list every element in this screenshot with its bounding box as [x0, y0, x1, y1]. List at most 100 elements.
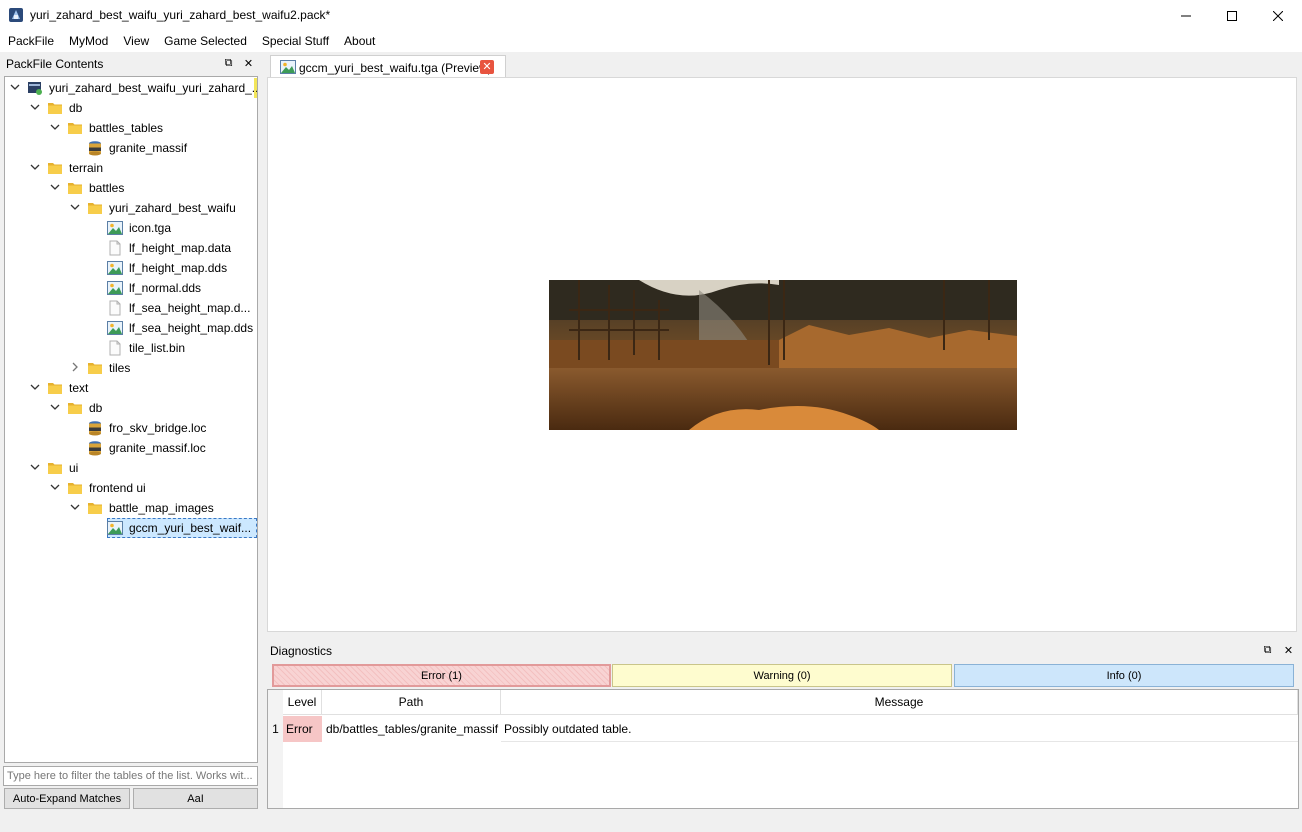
menu-special-stuff[interactable]: Special Stuff [254, 31, 336, 52]
row-number: 1 [268, 716, 283, 742]
chevron-down-icon[interactable] [29, 101, 41, 113]
row-header-column [268, 690, 283, 808]
tree-item-label: lf_height_map.data [129, 241, 232, 255]
menu-about[interactable]: About [336, 31, 382, 52]
file-icon [107, 240, 123, 256]
image-icon [107, 520, 123, 536]
tree-item[interactable]: lf_sea_height_map.d... [5, 298, 257, 318]
chevron-down-icon[interactable] [49, 181, 61, 193]
tree-item-label: lf_height_map.dds [129, 261, 228, 275]
menu-packfile[interactable]: PackFile [0, 31, 61, 52]
folder-icon [47, 160, 63, 176]
tree-item[interactable]: lf_sea_height_map.dds [5, 318, 257, 338]
message-cell[interactable]: Possibly outdated table. [501, 716, 1298, 742]
folder-icon [47, 460, 63, 476]
folder-icon [87, 360, 103, 376]
tab-preview[interactable]: gccm_yuri_best_waifu.tga (Preview) ✕ [270, 55, 506, 78]
window-title: yuri_zahard_best_waifu_yuri_zahard_best_… [30, 8, 331, 22]
image-icon [107, 280, 123, 296]
tree-item-label: granite_massif [109, 141, 188, 155]
database-icon [87, 440, 103, 456]
folder-icon [67, 180, 83, 196]
packfile-tree[interactable]: yuri_zahard_best_waifu_yuri_zahard_...db… [4, 76, 258, 763]
tree-item-label: lf_sea_height_map.dds [129, 321, 254, 335]
tree-item[interactable]: battles_tables [5, 118, 257, 138]
menu-bar: PackFile MyMod View Game Selected Specia… [0, 31, 1302, 52]
tree-item[interactable]: battle_map_images [5, 498, 257, 518]
column-header-message[interactable]: Message [501, 690, 1298, 715]
float-panel-icon[interactable]: ⧉ [222, 57, 235, 70]
app-icon [8, 7, 24, 23]
column-header-level[interactable]: Level [283, 690, 322, 715]
close-panel-icon[interactable]: ✕ [242, 57, 255, 70]
tree-item[interactable]: yuri_zahard_best_waifu_yuri_zahard_... [5, 78, 257, 98]
tree-item[interactable]: lf_height_map.data [5, 238, 257, 258]
tree-item[interactable]: battles [5, 178, 257, 198]
warning-filter-tab[interactable]: Warning (0) [612, 664, 952, 687]
folder-icon [47, 100, 63, 116]
error-filter-tab[interactable]: Error (1) [272, 664, 611, 687]
case-sensitive-button[interactable]: AaI [133, 788, 258, 809]
preview-image [549, 280, 1017, 430]
chevron-down-icon[interactable] [29, 381, 41, 393]
status-bar [0, 813, 1302, 832]
filter-input[interactable] [3, 766, 258, 786]
tree-item-label: yuri_zahard_best_waifu [109, 201, 236, 215]
chevron-down-icon[interactable] [29, 461, 41, 473]
maximize-button[interactable] [1209, 0, 1255, 31]
folder-icon [67, 400, 83, 416]
tree-item[interactable]: ui [5, 458, 257, 478]
tree-item[interactable]: frontend ui [5, 478, 257, 498]
path-cell[interactable]: db/battles_tables/granite_massif [322, 716, 501, 742]
tree-item[interactable]: granite_massif [5, 138, 257, 158]
tree-item[interactable]: tile_list.bin [5, 338, 257, 358]
float-panel-icon[interactable]: ⧉ [1261, 644, 1274, 657]
menu-view[interactable]: View [115, 31, 156, 52]
info-filter-tab[interactable]: Info (0) [954, 664, 1294, 687]
close-panel-icon[interactable]: ✕ [1282, 644, 1295, 657]
tree-item-label: yuri_zahard_best_waifu_yuri_zahard_... [49, 81, 258, 95]
diagnostics-title: Diagnostics [270, 644, 333, 658]
tree-item[interactable]: yuri_zahard_best_waifu [5, 198, 257, 218]
minimize-button[interactable] [1163, 0, 1209, 31]
tree-item[interactable]: lf_height_map.dds [5, 258, 257, 278]
tree-item[interactable]: text [5, 378, 257, 398]
chevron-down-icon[interactable] [49, 401, 61, 413]
tree-item-label: db [69, 101, 83, 115]
error-level-cell[interactable]: Error [283, 716, 322, 742]
tree-item-label: ui [69, 461, 79, 475]
tree-item[interactable]: db [5, 398, 257, 418]
tree-item[interactable]: granite_massif.loc [5, 438, 257, 458]
tree-item-label: text [69, 381, 89, 395]
tree-item[interactable]: fro_skv_bridge.loc [5, 418, 257, 438]
menu-mymod[interactable]: MyMod [61, 31, 115, 52]
menu-game-selected[interactable]: Game Selected [156, 31, 254, 52]
chevron-down-icon[interactable] [49, 121, 61, 133]
diagnostics-table: Level Path Message 1 Error db/battles_ta… [267, 689, 1299, 809]
tree-item-label: battles [89, 181, 125, 195]
chevron-right-icon[interactable] [69, 361, 81, 373]
tree-item[interactable]: tiles [5, 358, 257, 378]
tree-item[interactable]: db [5, 98, 257, 118]
column-header-path[interactable]: Path [322, 690, 501, 715]
tree-item[interactable]: icon.tga [5, 218, 257, 238]
tree-item[interactable]: terrain [5, 158, 257, 178]
image-icon [107, 260, 123, 276]
tab-close-icon[interactable]: ✕ [480, 60, 494, 74]
chevron-down-icon[interactable] [29, 161, 41, 173]
close-window-button[interactable] [1255, 0, 1301, 31]
chevron-down-icon[interactable] [69, 201, 81, 213]
folder-icon [87, 200, 103, 216]
tree-item-label: granite_massif.loc [109, 441, 206, 455]
auto-expand-matches-button[interactable]: Auto-Expand Matches [4, 788, 130, 809]
folder-icon [67, 480, 83, 496]
tree-item-label: lf_sea_height_map.d... [129, 301, 251, 315]
tree-item[interactable]: lf_normal.dds [5, 278, 257, 298]
chevron-down-icon[interactable] [9, 81, 21, 93]
tree-item-label: battles_tables [89, 121, 164, 135]
tree-item[interactable]: gccm_yuri_best_waif... [5, 518, 257, 538]
image-icon [107, 220, 123, 236]
chevron-down-icon[interactable] [49, 481, 61, 493]
tree-item-label: tiles [109, 361, 131, 375]
chevron-down-icon[interactable] [69, 501, 81, 513]
